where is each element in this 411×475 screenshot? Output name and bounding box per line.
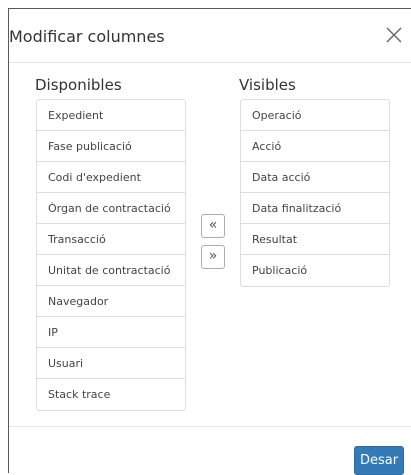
available-column-item[interactable]: Usuari (37, 348, 185, 379)
move-left-button[interactable]: « (201, 214, 225, 238)
available-column-item[interactable]: IP (37, 317, 185, 348)
close-button[interactable] (382, 23, 406, 47)
close-icon (386, 27, 402, 43)
available-column-item[interactable]: Codi d'expedient (37, 162, 185, 193)
dialog-title: Modificar columnes (9, 27, 165, 46)
available-column-item[interactable]: Unitat de contractació (37, 255, 185, 286)
visible-columns-list: Operació Acció Data acció Data finalitza… (240, 99, 390, 287)
available-columns-title: Disponibles (35, 76, 122, 94)
available-column-item[interactable]: Òrgan de contractació (37, 193, 185, 224)
move-right-button[interactable]: » (201, 245, 225, 269)
visible-column-item[interactable]: Acció (241, 131, 389, 162)
modify-columns-dialog: Modificar columnes Disponibles Expedient… (8, 8, 411, 475)
visible-column-item[interactable]: Operació (241, 100, 389, 131)
available-column-item[interactable]: Expedient (37, 100, 185, 131)
dialog-header: Modificar columnes (9, 9, 411, 63)
available-column-item[interactable]: Transacció (37, 224, 185, 255)
dialog-footer: Desar (9, 426, 411, 475)
save-button[interactable]: Desar (354, 446, 404, 475)
available-column-item[interactable]: Navegador (37, 286, 185, 317)
visible-column-item[interactable]: Resultat (241, 224, 389, 255)
visible-columns-title: Visibles (239, 76, 296, 94)
available-column-item[interactable]: Stack trace (37, 379, 185, 410)
visible-column-item[interactable]: Publicació (241, 255, 389, 286)
available-column-item[interactable]: Fase publicació (37, 131, 185, 162)
visible-column-item[interactable]: Data acció (241, 162, 389, 193)
visible-column-item[interactable]: Data finalització (241, 193, 389, 224)
available-columns-list: Expedient Fase publicació Codi d'expedie… (36, 99, 186, 411)
